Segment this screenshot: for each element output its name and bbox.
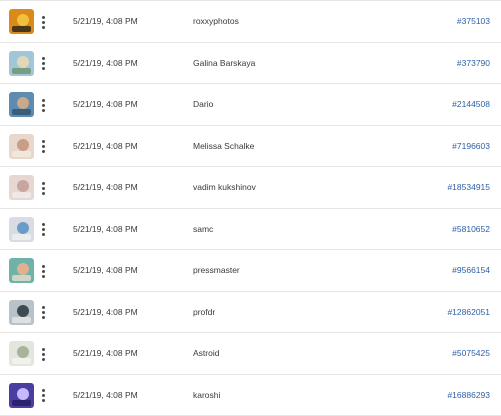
more-options-dot	[41, 186, 45, 190]
more-options-dot	[41, 108, 45, 112]
more-options-dot	[41, 25, 45, 29]
item-id-link[interactable]: #373790	[457, 43, 490, 84]
image-thumbnail[interactable]	[9, 175, 34, 200]
item-date: 5/21/19, 4:08 PM	[73, 16, 138, 26]
more-options-dot	[41, 394, 45, 397]
more-options-icon[interactable]	[39, 303, 47, 323]
more-options-dot	[41, 311, 45, 314]
item-date: 5/21/19, 4:08 PM	[73, 265, 138, 275]
more-options-dot	[41, 15, 45, 19]
more-options-dot	[41, 269, 45, 273]
more-options-dot	[41, 191, 45, 195]
list-item[interactable]: 5/21/19, 4:08 PM Dario #2144508	[0, 84, 501, 126]
image-thumbnail[interactable]	[9, 299, 34, 325]
item-author: Melissa Schalke	[193, 140, 255, 151]
list-item[interactable]: 5/21/19, 4:08 PM samc #5810652	[0, 209, 501, 250]
image-thumbnail[interactable]	[9, 258, 34, 283]
item-author: roxxyphotos	[193, 16, 239, 26]
more-options-icon[interactable]	[39, 261, 47, 281]
more-options-icon[interactable]	[39, 12, 47, 32]
more-options-dot	[41, 103, 45, 107]
item-author: Dario	[193, 99, 214, 109]
more-options-dot	[41, 306, 45, 309]
more-options-icon[interactable]	[39, 95, 47, 115]
more-options-dot	[41, 316, 45, 319]
more-options-dot	[41, 228, 45, 231]
list-item[interactable]: 5/21/19, 4:08 PM roxxyphotos #375103	[0, 1, 501, 43]
item-id-link[interactable]: #7196603	[452, 126, 490, 167]
more-options-dot	[41, 20, 45, 24]
item-date: 5/21/19, 4:08 PM	[73, 223, 138, 234]
more-options-icon[interactable]	[39, 54, 47, 74]
list-item[interactable]: 5/21/19, 4:08 PM karoshi #16886293	[0, 375, 501, 416]
more-options-dot	[41, 181, 45, 185]
item-date: 5/21/19, 4:08 PM	[73, 389, 138, 400]
item-id-link[interactable]: #16886293	[447, 375, 490, 416]
image-thumbnail[interactable]	[9, 216, 34, 242]
image-thumbnail[interactable]	[9, 92, 34, 117]
more-options-icon[interactable]	[39, 344, 47, 364]
more-options-dot	[41, 347, 45, 351]
more-options-dot	[41, 399, 45, 402]
item-author: samc	[193, 223, 214, 234]
list-item[interactable]: 5/21/19, 4:08 PM Astroid #5075425	[0, 333, 501, 375]
image-thumbnail[interactable]	[9, 341, 34, 366]
image-thumbnail[interactable]	[9, 133, 34, 159]
more-options-dot	[41, 145, 45, 148]
more-options-dot	[41, 150, 45, 153]
more-options-dot	[41, 233, 45, 236]
more-options-dot	[41, 67, 45, 70]
item-date: 5/21/19, 4:08 PM	[73, 182, 138, 192]
image-thumbnail[interactable]	[9, 50, 34, 76]
image-thumbnail[interactable]	[9, 382, 34, 408]
item-date: 5/21/19, 4:08 PM	[73, 306, 138, 317]
more-options-dot	[41, 62, 45, 65]
item-id-link[interactable]: #18534915	[447, 167, 490, 208]
more-options-dot	[41, 223, 45, 226]
more-options-dot	[41, 389, 45, 392]
more-options-icon[interactable]	[39, 137, 47, 157]
item-id-link[interactable]: #2144508	[452, 84, 490, 125]
item-author: Galina Barskaya	[193, 57, 256, 68]
more-options-icon[interactable]	[39, 178, 47, 198]
list-item[interactable]: 5/21/19, 4:08 PM Melissa Schalke #7196603	[0, 126, 501, 167]
more-options-dot	[41, 264, 45, 268]
item-date: 5/21/19, 4:08 PM	[73, 99, 138, 109]
more-options-dot	[41, 140, 45, 143]
more-options-dot	[41, 57, 45, 60]
list-item[interactable]: 5/21/19, 4:08 PM pressmaster #9566154	[0, 250, 501, 292]
item-date: 5/21/19, 4:08 PM	[73, 57, 138, 68]
image-history-list: 5/21/19, 4:08 PM roxxyphotos #375103 5/21/1…	[0, 0, 501, 416]
list-item[interactable]: 5/21/19, 4:08 PM vadim kukshinov #18534915	[0, 167, 501, 209]
list-item[interactable]: 5/21/19, 4:08 PM Galina Barskaya #373790	[0, 43, 501, 84]
item-author: pressmaster	[193, 265, 240, 275]
more-options-dot	[41, 98, 45, 102]
item-date: 5/21/19, 4:08 PM	[73, 140, 138, 151]
item-id-link[interactable]: #9566154	[452, 250, 490, 291]
item-author: Astroid	[193, 348, 220, 358]
item-id-link[interactable]: #5810652	[452, 209, 490, 250]
item-id-link[interactable]: #375103	[457, 1, 490, 42]
item-author: vadim kukshinov	[193, 182, 256, 192]
more-options-icon[interactable]	[39, 386, 47, 406]
more-options-dot	[41, 352, 45, 356]
item-id-link[interactable]: #5075425	[452, 333, 490, 374]
item-date: 5/21/19, 4:08 PM	[73, 348, 138, 358]
item-id-link[interactable]: #12862051	[447, 292, 490, 333]
list-item[interactable]: 5/21/19, 4:08 PM profdr #12862051	[0, 292, 501, 333]
item-author: karoshi	[193, 389, 221, 400]
image-thumbnail[interactable]	[9, 9, 34, 34]
more-options-icon[interactable]	[39, 220, 47, 240]
item-author: profdr	[193, 306, 216, 317]
more-options-dot	[41, 274, 45, 278]
more-options-dot	[41, 357, 45, 361]
